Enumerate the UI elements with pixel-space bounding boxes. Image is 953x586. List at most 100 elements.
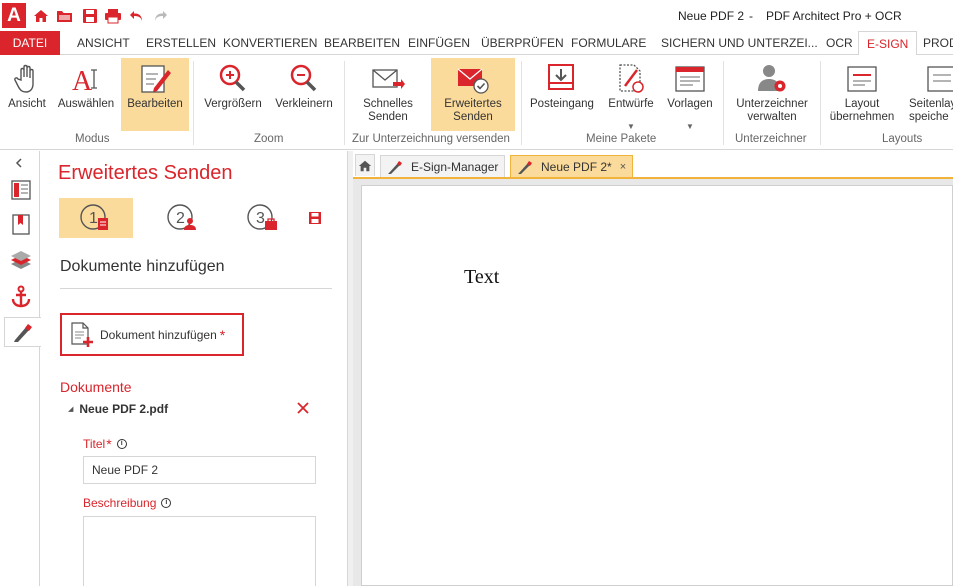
vorlagen-dropdown-icon[interactable]: ▼ bbox=[663, 120, 717, 133]
add-document-label: Dokument hinzufügen bbox=[100, 327, 217, 342]
panel-save-icon[interactable] bbox=[303, 198, 327, 238]
title-input[interactable] bbox=[83, 456, 316, 484]
group-label-layouts: Layouts bbox=[882, 133, 923, 145]
close-tab-icon[interactable]: × bbox=[620, 161, 626, 173]
title-info-icon[interactable]: i bbox=[116, 439, 127, 449]
tab-datei[interactable]: DATEI bbox=[0, 31, 60, 55]
window-app-name: PDF Architect Pro + OCR bbox=[766, 9, 902, 23]
entwuerfe-button[interactable]: Entwürfe ▼ bbox=[603, 58, 659, 131]
group-label-versenden: Zur Unterzeichnung versenden bbox=[352, 133, 510, 145]
description-info-icon[interactable]: i bbox=[161, 498, 172, 508]
group-label-zoom: Zoom bbox=[254, 133, 284, 145]
tab-neue-pdf-2[interactable]: Neue PDF 2* × bbox=[510, 155, 634, 177]
title-field-label: Titel * i bbox=[83, 436, 127, 452]
home-tab[interactable] bbox=[355, 154, 375, 176]
page-text[interactable]: Text bbox=[464, 266, 499, 289]
print-icon[interactable] bbox=[103, 5, 123, 27]
vorlagen-label: Vorlagen bbox=[667, 98, 713, 110]
title-bar: A Neue PDF 2 - PDF Architect Pro + OCR bbox=[0, 0, 953, 31]
hand-icon bbox=[10, 62, 44, 96]
ribbon-tabs: DATEI ANSICHT ERSTELLEN KONVERTIEREN BEA… bbox=[0, 31, 953, 56]
vorlagen-button[interactable]: Vorlagen ▼ bbox=[663, 58, 717, 131]
remove-document-icon[interactable] bbox=[296, 401, 310, 415]
text-select-icon: A bbox=[69, 62, 103, 97]
collapse-panel-icon[interactable] bbox=[4, 153, 34, 173]
ansicht-button[interactable]: Ansicht bbox=[4, 58, 50, 131]
left-icon-strip bbox=[0, 151, 41, 586]
esign-panel-icon[interactable] bbox=[4, 317, 41, 347]
document-list-item[interactable]: ◢ Neue PDF 2.pdf bbox=[68, 402, 168, 416]
tab-sichern-und-unterzeichnen[interactable]: SICHERN UND UNTERZEI... bbox=[661, 31, 818, 55]
verkleinern-button[interactable]: Verkleinern bbox=[271, 58, 337, 131]
group-separator bbox=[521, 61, 522, 145]
group-label-meine-pakete: Meine Pakete bbox=[586, 133, 657, 145]
entwuerfe-label: Entwürfe bbox=[608, 98, 654, 110]
section-divider bbox=[60, 288, 332, 289]
document-tabs: E-Sign-Manager Neue PDF 2* × bbox=[353, 151, 953, 179]
posteingang-label: Posteingang bbox=[530, 98, 594, 110]
tab-bearbeiten[interactable]: BEARBEITEN bbox=[324, 31, 400, 55]
undo-icon[interactable] bbox=[127, 5, 147, 27]
add-document-icon bbox=[70, 321, 94, 348]
tab-prod[interactable]: PROD bbox=[923, 31, 953, 55]
erweitertes-senden-button[interactable]: Erweitertes Senden bbox=[431, 58, 515, 131]
layers-panel-icon[interactable] bbox=[6, 246, 36, 276]
layout-apply-icon bbox=[845, 62, 879, 96]
pages-panel-icon[interactable] bbox=[6, 175, 36, 205]
posteingang-button[interactable]: Posteingang bbox=[527, 58, 597, 131]
tab-einfuegen[interactable]: EINFÜGEN bbox=[408, 31, 470, 55]
ansicht-label: Ansicht bbox=[8, 98, 46, 110]
entwuerfe-dropdown-icon[interactable]: ▼ bbox=[603, 120, 659, 133]
tab-formulare[interactable]: FORMULARE bbox=[571, 31, 646, 55]
verkleinern-label: Verkleinern bbox=[275, 98, 333, 110]
step-1-documents[interactable]: 1 bbox=[59, 198, 133, 238]
signer-manage-icon bbox=[755, 62, 789, 96]
schnelles-senden-button[interactable]: Schnelles Senden bbox=[355, 58, 421, 131]
layout-uebernehmen-button[interactable]: Layout übernehmen bbox=[826, 58, 898, 131]
window-title-separator: - bbox=[749, 9, 753, 23]
group-separator bbox=[193, 61, 194, 145]
redo-icon[interactable] bbox=[150, 5, 170, 27]
step-2-signers[interactable]: 2 bbox=[153, 198, 213, 238]
pdf-page[interactable]: Text bbox=[361, 185, 953, 586]
bookmarks-panel-icon[interactable] bbox=[6, 209, 36, 239]
app-logo[interactable]: A bbox=[2, 3, 26, 28]
document-name: Neue PDF 2.pdf bbox=[79, 402, 169, 416]
svg-text:1: 1 bbox=[89, 210, 98, 227]
tab-e-sign[interactable]: E-SIGN bbox=[858, 31, 918, 56]
seitenlayout-speichern-button[interactable]: Seitenlay speiche bbox=[903, 58, 953, 131]
panel-title: Erweitertes Senden bbox=[58, 162, 233, 184]
document-view[interactable]: Text bbox=[353, 179, 953, 586]
description-input[interactable] bbox=[83, 516, 316, 586]
window-doc-name: Neue PDF 2 bbox=[678, 9, 745, 23]
tab-e-sign-manager[interactable]: E-Sign-Manager bbox=[380, 155, 506, 177]
add-document-button[interactable]: Dokument hinzufügen * bbox=[60, 313, 244, 356]
vergroessern-button[interactable]: Vergrößern bbox=[200, 58, 266, 131]
vergroessern-label: Vergrößern bbox=[204, 98, 262, 110]
bearbeiten-label: Bearbeiten bbox=[127, 98, 183, 110]
tab-erstellen[interactable]: ERSTELLEN bbox=[146, 31, 216, 55]
group-separator bbox=[344, 61, 345, 145]
save-icon[interactable] bbox=[80, 5, 100, 27]
esign-pen-icon bbox=[388, 160, 402, 174]
drafts-icon bbox=[614, 62, 648, 96]
ribbon: Ansicht A Auswählen Bearbeiten Vergrößer… bbox=[0, 55, 953, 150]
tab-ocr[interactable]: OCR bbox=[826, 31, 853, 55]
advanced-send-icon bbox=[456, 62, 490, 96]
anchor-panel-icon[interactable] bbox=[6, 282, 36, 312]
bearbeiten-button[interactable]: Bearbeiten bbox=[121, 58, 189, 131]
expand-triangle-icon[interactable]: ◢ bbox=[68, 406, 73, 413]
tab-konvertieren[interactable]: KONVERTIEREN bbox=[223, 31, 317, 55]
tab-ueberpruefen[interactable]: ÜBERPRÜFEN bbox=[481, 31, 564, 55]
auswaehlen-button[interactable]: A Auswählen bbox=[55, 58, 117, 131]
esign-pen-icon bbox=[518, 160, 532, 174]
page-layout-save-icon bbox=[925, 62, 953, 96]
tab-ansicht[interactable]: ANSICHT bbox=[77, 31, 130, 55]
home-icon bbox=[358, 160, 372, 171]
erweitertes-senden-panel: Erweitertes Senden 1 2 3 Dokumente hinzu… bbox=[41, 151, 347, 586]
folder-icon[interactable] bbox=[55, 5, 75, 27]
required-asterisk: * bbox=[219, 326, 226, 343]
home-icon[interactable] bbox=[31, 5, 51, 27]
step-3-send[interactable]: 3 bbox=[233, 198, 293, 238]
unterzeichner-verwalten-button[interactable]: Unterzeichner verwalten bbox=[729, 58, 815, 131]
